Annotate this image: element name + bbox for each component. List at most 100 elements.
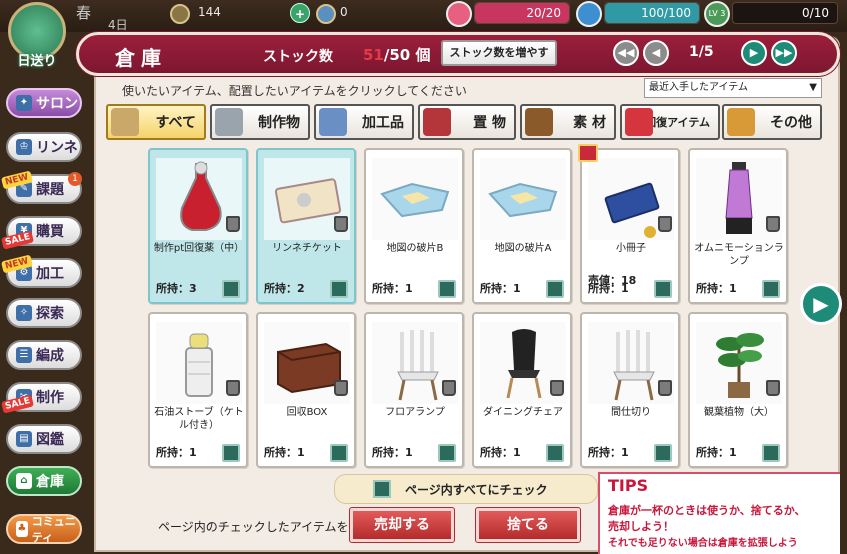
sidebar-item-salon[interactable]: ✦ サロン: [6, 88, 82, 118]
item-quantity: 所持：1: [372, 282, 413, 295]
rinne-icon: ♔: [16, 139, 32, 155]
item-card-stove[interactable]: 石油ストーブ（ケトル付き） 所持：1: [148, 312, 248, 468]
prev-page-button[interactable]: ◀: [643, 40, 669, 66]
point-icon: [316, 4, 336, 24]
item-card-partition[interactable]: 間仕切り 所持：1: [580, 312, 680, 468]
item-name: 回収BOX: [286, 407, 328, 418]
sidebar-item-label: コミュニティ: [31, 515, 76, 544]
item-card-ticket[interactable]: リンネチケット 所持：2: [256, 148, 356, 304]
item-name: 地図の破片A: [494, 243, 552, 254]
item-image: [480, 158, 566, 240]
tab-processed[interactable]: 加工品: [314, 104, 414, 140]
tab-furniture[interactable]: 置 物: [418, 104, 516, 140]
item-quantity: 所持：1: [480, 282, 521, 295]
sell-button[interactable]: 売却する: [349, 507, 455, 543]
sidebar-item-warehouse[interactable]: ⌂ 倉庫: [6, 466, 82, 496]
day-label: 4日: [108, 18, 128, 32]
chair-icon: [423, 108, 451, 136]
tab-crafted[interactable]: 制作物: [210, 104, 310, 140]
item-quantity: 所持：1: [696, 446, 737, 459]
sidebar-item-label: 購買: [36, 224, 64, 240]
item-name: 観葉植物（大）: [704, 407, 774, 418]
item-quantity: 所持：1: [588, 282, 629, 295]
sidebar-item-label: サロン: [36, 96, 78, 112]
sidebar-item-label: 課題: [36, 182, 64, 198]
add-money-button[interactable]: +: [290, 3, 310, 23]
item-checkbox[interactable]: [654, 444, 672, 462]
item-checkbox[interactable]: [546, 444, 564, 462]
item-quantity: 所持：2: [264, 282, 305, 295]
sidebar-item-rinne[interactable]: ♔ リンネ: [6, 132, 82, 162]
item-checkbox[interactable]: [654, 280, 672, 298]
item-name: オムニモーションランプ: [694, 243, 784, 267]
item-quantity: 所持：1: [264, 446, 305, 459]
party-icon: ☰: [16, 347, 32, 363]
check-all-checkbox[interactable]: [373, 480, 391, 498]
item-card-booklet[interactable]: 小冊子 売値：18 所持：1: [578, 144, 680, 304]
item-checkbox[interactable]: [546, 280, 564, 298]
item-card-floor-lamp[interactable]: フロアランプ 所持：1: [364, 312, 464, 468]
instruction-text: 使いたいアイテム、配置したいアイテムをクリックしてください: [122, 84, 467, 98]
item-card-box[interactable]: 回収BOX 所持：1: [256, 312, 356, 468]
tab-label: 制作物: [258, 115, 300, 131]
item-card-map-b[interactable]: 地図の破片B 所持：1: [364, 148, 464, 304]
item-card-potion[interactable]: 制作pt回復薬（中） 所持：3: [148, 148, 248, 304]
trash-icon[interactable]: [226, 216, 240, 232]
stamina-value: 100/100: [641, 6, 691, 20]
trash-icon[interactable]: [334, 380, 348, 396]
trash-icon[interactable]: [442, 380, 456, 396]
trash-icon[interactable]: [766, 380, 780, 396]
sidebar-item-label: 制作: [36, 390, 64, 406]
stock-current: 51: [363, 46, 384, 64]
item-checkbox[interactable]: [762, 280, 780, 298]
next-day-label[interactable]: 日送り: [2, 50, 72, 69]
item-quantity: 所持：1: [480, 446, 521, 459]
next-page-button[interactable]: ▶: [741, 40, 767, 66]
item-card-map-a[interactable]: 地図の破片A 所持：1: [472, 148, 572, 304]
item-checkbox[interactable]: [222, 280, 240, 298]
trash-icon[interactable]: [766, 216, 780, 232]
item-checkbox[interactable]: [222, 444, 240, 462]
item-checkbox[interactable]: [330, 444, 348, 462]
sidebar-item-book[interactable]: ▤ 図鑑: [6, 424, 82, 454]
check-all-toggle[interactable]: ページ内すべてにチェック: [334, 474, 598, 504]
task-badge: 1: [68, 172, 82, 186]
item-name: 石油ストーブ（ケトル付き）: [154, 407, 244, 431]
trash-icon[interactable]: [658, 380, 672, 396]
sidebar-item-party[interactable]: ☰ 編成: [6, 340, 82, 370]
tips-box: TIPS 倉庫が一杯のときは使うか、捨てるか、 売却しよう！ それでも足りない場…: [598, 472, 840, 554]
sidebar-item-label: 倉庫: [36, 474, 64, 490]
trash-icon[interactable]: [334, 216, 348, 232]
sidebar-item-explore[interactable]: ✧ 探索: [6, 298, 82, 328]
item-checkbox[interactable]: [438, 280, 456, 298]
item-checkbox[interactable]: [438, 444, 456, 462]
tab-recovery[interactable]: 回復アイテム: [620, 104, 720, 140]
page-title: 倉庫: [115, 46, 167, 70]
item-checkbox[interactable]: [762, 444, 780, 462]
coin-icon: [170, 4, 190, 24]
sidebar-item-label: 編成: [36, 348, 64, 364]
item-name: 間仕切り: [611, 407, 651, 418]
sidebar-item-label: 加工: [36, 266, 64, 282]
tab-all[interactable]: すべて: [106, 104, 206, 140]
tab-materials[interactable]: 素 材: [520, 104, 616, 140]
increase-stock-button[interactable]: ストック数を増やす: [441, 40, 557, 66]
trash-icon[interactable]: [226, 380, 240, 396]
tips-line: 売却しよう！: [608, 520, 674, 533]
item-checkbox[interactable]: [330, 280, 348, 298]
sort-select[interactable]: 最近入手したアイテム ▼: [644, 78, 822, 98]
page-indicator: 1/5: [689, 44, 714, 60]
item-card-dining-chair[interactable]: ダイニングチェア 所持：1: [472, 312, 572, 468]
item-image: [372, 158, 458, 240]
discard-button[interactable]: 捨てる: [475, 507, 581, 543]
sidebar-item-community[interactable]: ♣ コミュニティ: [6, 514, 82, 544]
first-page-button[interactable]: ◀◀: [613, 40, 639, 66]
last-page-button[interactable]: ▶▶: [771, 40, 797, 66]
item-card-plant[interactable]: 観葉植物（大） 所持：1: [688, 312, 788, 468]
next-arrow-button[interactable]: ▶: [800, 283, 842, 325]
item-card-lamp[interactable]: オムニモーションランプ 所持：1: [688, 148, 788, 304]
tab-others[interactable]: その他: [722, 104, 822, 140]
trash-icon[interactable]: [658, 216, 672, 232]
trash-icon[interactable]: [550, 380, 564, 396]
item-quantity: 所持：1: [372, 446, 413, 459]
